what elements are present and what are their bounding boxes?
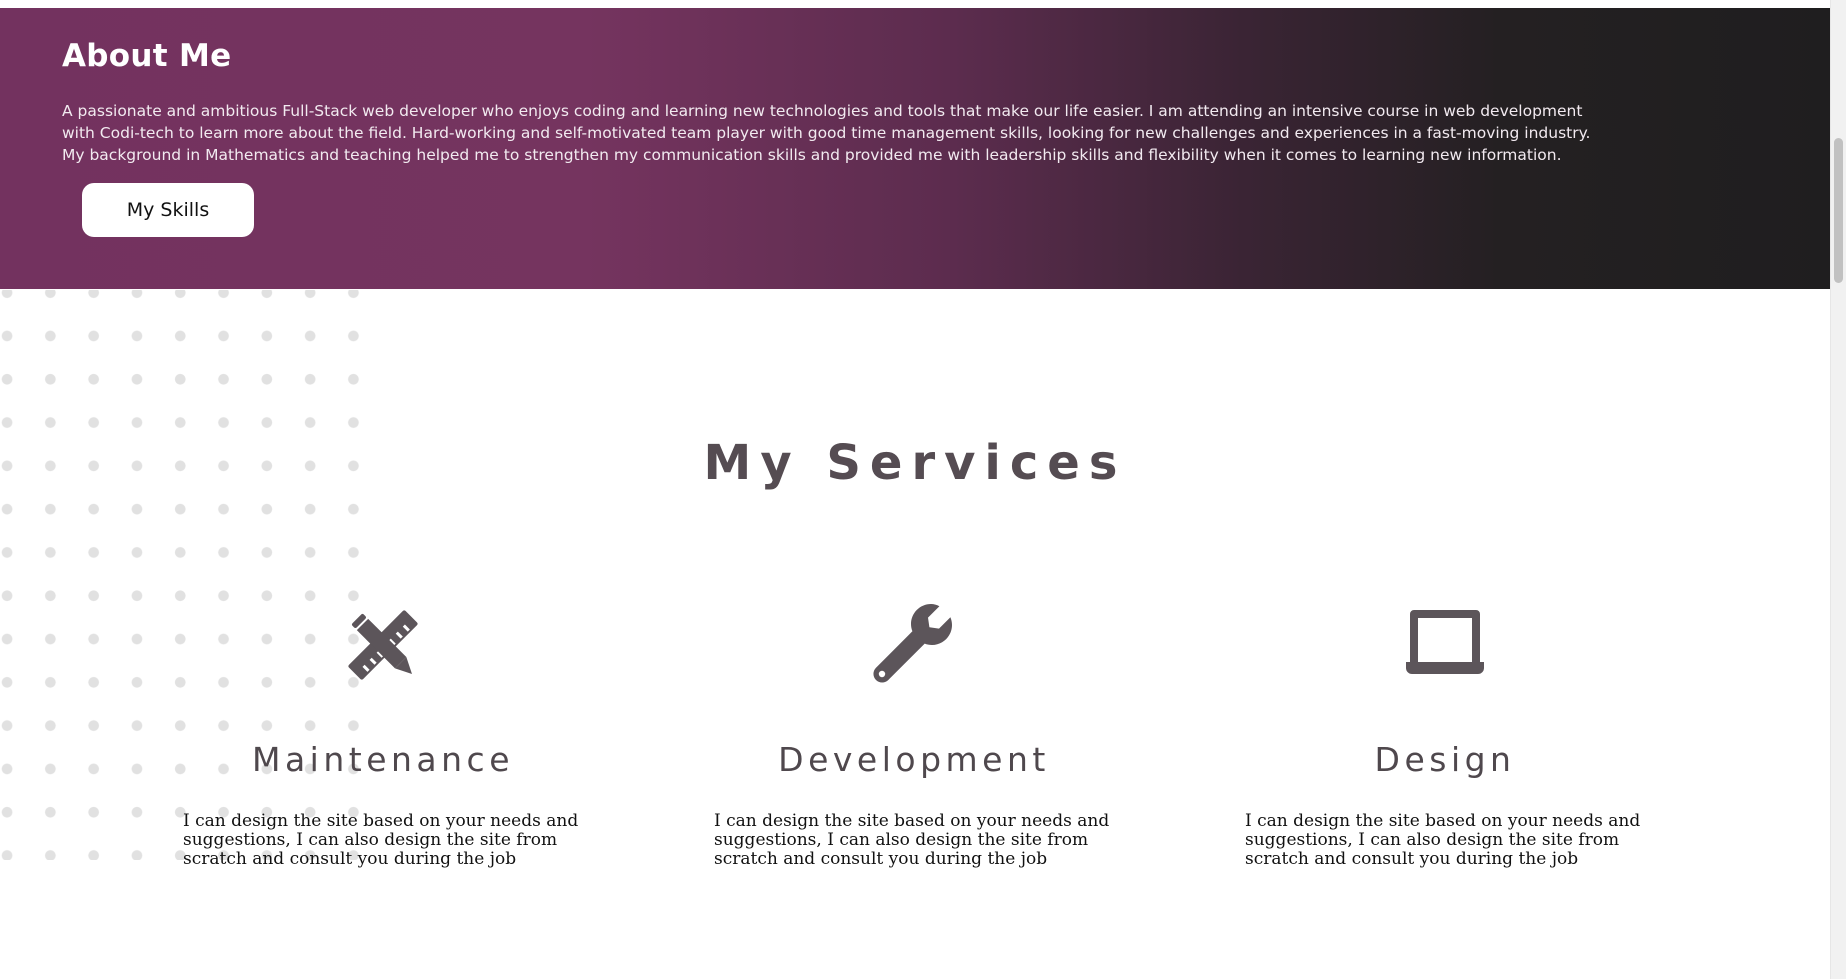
service-title-development: Development (778, 740, 1050, 779)
services-title: My Services (703, 435, 1127, 491)
my-skills-button[interactable]: My Skills (82, 183, 254, 237)
about-title: About Me (62, 38, 232, 74)
service-description-development: I can design the site based on your need… (714, 811, 1110, 869)
about-section: About Me A passionate and ambitious Full… (0, 8, 1830, 289)
service-title-design: Design (1374, 740, 1516, 779)
page-scrollbar[interactable] (1830, 0, 1846, 979)
laptop-svg (1406, 610, 1484, 674)
service-title-maintenance: Maintenance (251, 740, 515, 779)
service-description-design: I can design the site based on your need… (1245, 811, 1641, 869)
top-strip (0, 0, 1830, 8)
wrench-icon (869, 600, 959, 690)
ruler-pencil-icon (338, 600, 428, 690)
ruler-pencil-svg (348, 610, 418, 680)
scrollbar-thumb[interactable] (1834, 138, 1843, 283)
about-text: A passionate and ambitious Full-Stack we… (62, 102, 1591, 164)
service-description-maintenance: I can design the site based on your need… (183, 811, 579, 869)
laptop-icon (1400, 600, 1490, 690)
wrench-svg (873, 604, 952, 683)
